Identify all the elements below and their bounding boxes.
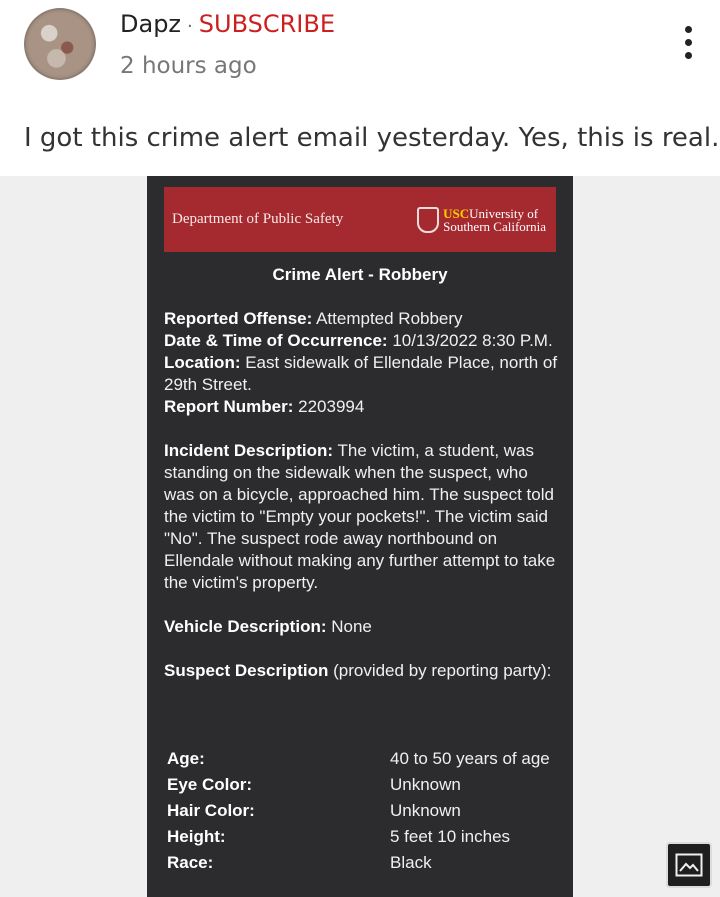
offense-label: Reported Offense:	[164, 309, 313, 328]
banner-title: Department of Public Safety	[172, 211, 344, 227]
usc-seal-icon	[417, 206, 440, 233]
suspect-row-value: Unknown	[390, 775, 461, 794]
suspect-row-value: 5 feet 10 inches	[390, 827, 511, 846]
suspect-row-key: Hair Color:	[167, 801, 255, 820]
usc-logo: USCUniversity of Southern California	[417, 206, 546, 234]
incident-description: Incident Description: The victim, a stud…	[164, 440, 559, 594]
suspect-row-value: Black	[390, 853, 432, 872]
post-image[interactable]: Department of Public Safety USCUniversit…	[0, 176, 720, 897]
suspect-description: Suspect Description (provided by reporti…	[164, 660, 559, 682]
suspect-row-key: Race:	[167, 853, 214, 872]
incident-value: The victim, a student, was standing on t…	[164, 441, 556, 592]
vehicle-value: None	[326, 617, 372, 636]
alert-title: Crime Alert - Robbery	[272, 265, 448, 284]
email-banner: Department of Public Safety USCUniversit…	[164, 187, 556, 252]
suspect-row-race: Race: Black	[167, 852, 557, 874]
suspect-row-key: Height:	[167, 827, 226, 846]
subscribe-button[interactable]: SUBSCRIBE	[199, 10, 335, 38]
suspect-row-value: Unknown	[390, 801, 461, 820]
location-label: Location:	[164, 353, 241, 372]
suspect-row-key: Eye Color:	[167, 775, 253, 794]
suspect-row-eye-color: Eye Color: Unknown	[167, 774, 557, 796]
suspect-table: Age: 40 to 50 years of age Eye Color: Un…	[167, 748, 557, 874]
suspect-row-hair-color: Hair Color: Unknown	[167, 800, 557, 822]
kebab-menu-icon[interactable]	[676, 22, 700, 64]
suspect-value: (provided by reporting party):	[328, 661, 552, 680]
post-timestamp: 2 hours ago	[120, 53, 257, 79]
incident-label: Incident Description:	[164, 441, 334, 460]
vehicle-description: Vehicle Description: None	[164, 616, 559, 638]
suspect-label: Suspect Description	[164, 661, 329, 680]
crime-alert-email: Department of Public Safety USCUniversit…	[147, 176, 573, 897]
report-fields: Reported Offense: Attempted Robbery Date…	[164, 308, 559, 418]
report-number-value: 2203994	[293, 397, 365, 416]
image-gallery-button[interactable]	[666, 842, 712, 888]
logo-line2: Southern California	[443, 218, 546, 234]
datetime-value: 10/13/2022 8:30 P.M.	[387, 331, 553, 350]
avatar[interactable]	[24, 8, 96, 80]
author-line: Dapz · SUBSCRIBE	[120, 8, 335, 43]
separator-dot: ·	[187, 16, 193, 37]
suspect-row-height: Height: 5 feet 10 inches	[167, 826, 557, 848]
post-header: Dapz · SUBSCRIBE 2 hours ago	[0, 0, 720, 110]
datetime-label: Date & Time of Occurrence:	[164, 331, 388, 350]
report-number-label: Report Number:	[164, 397, 294, 416]
suspect-row-age: Age: 40 to 50 years of age	[167, 748, 557, 770]
suspect-row-value: 40 to 50 years of age	[390, 749, 550, 768]
post-text: I got this crime alert email yesterday. …	[24, 123, 720, 153]
author-name[interactable]: Dapz	[120, 10, 181, 38]
suspect-row-key: Age:	[167, 749, 205, 768]
image-gallery-icon	[675, 853, 703, 877]
vehicle-label: Vehicle Description:	[164, 617, 327, 636]
offense-value: Attempted Robbery	[312, 309, 463, 328]
email-body: Reported Offense: Attempted Robbery Date…	[164, 308, 559, 704]
